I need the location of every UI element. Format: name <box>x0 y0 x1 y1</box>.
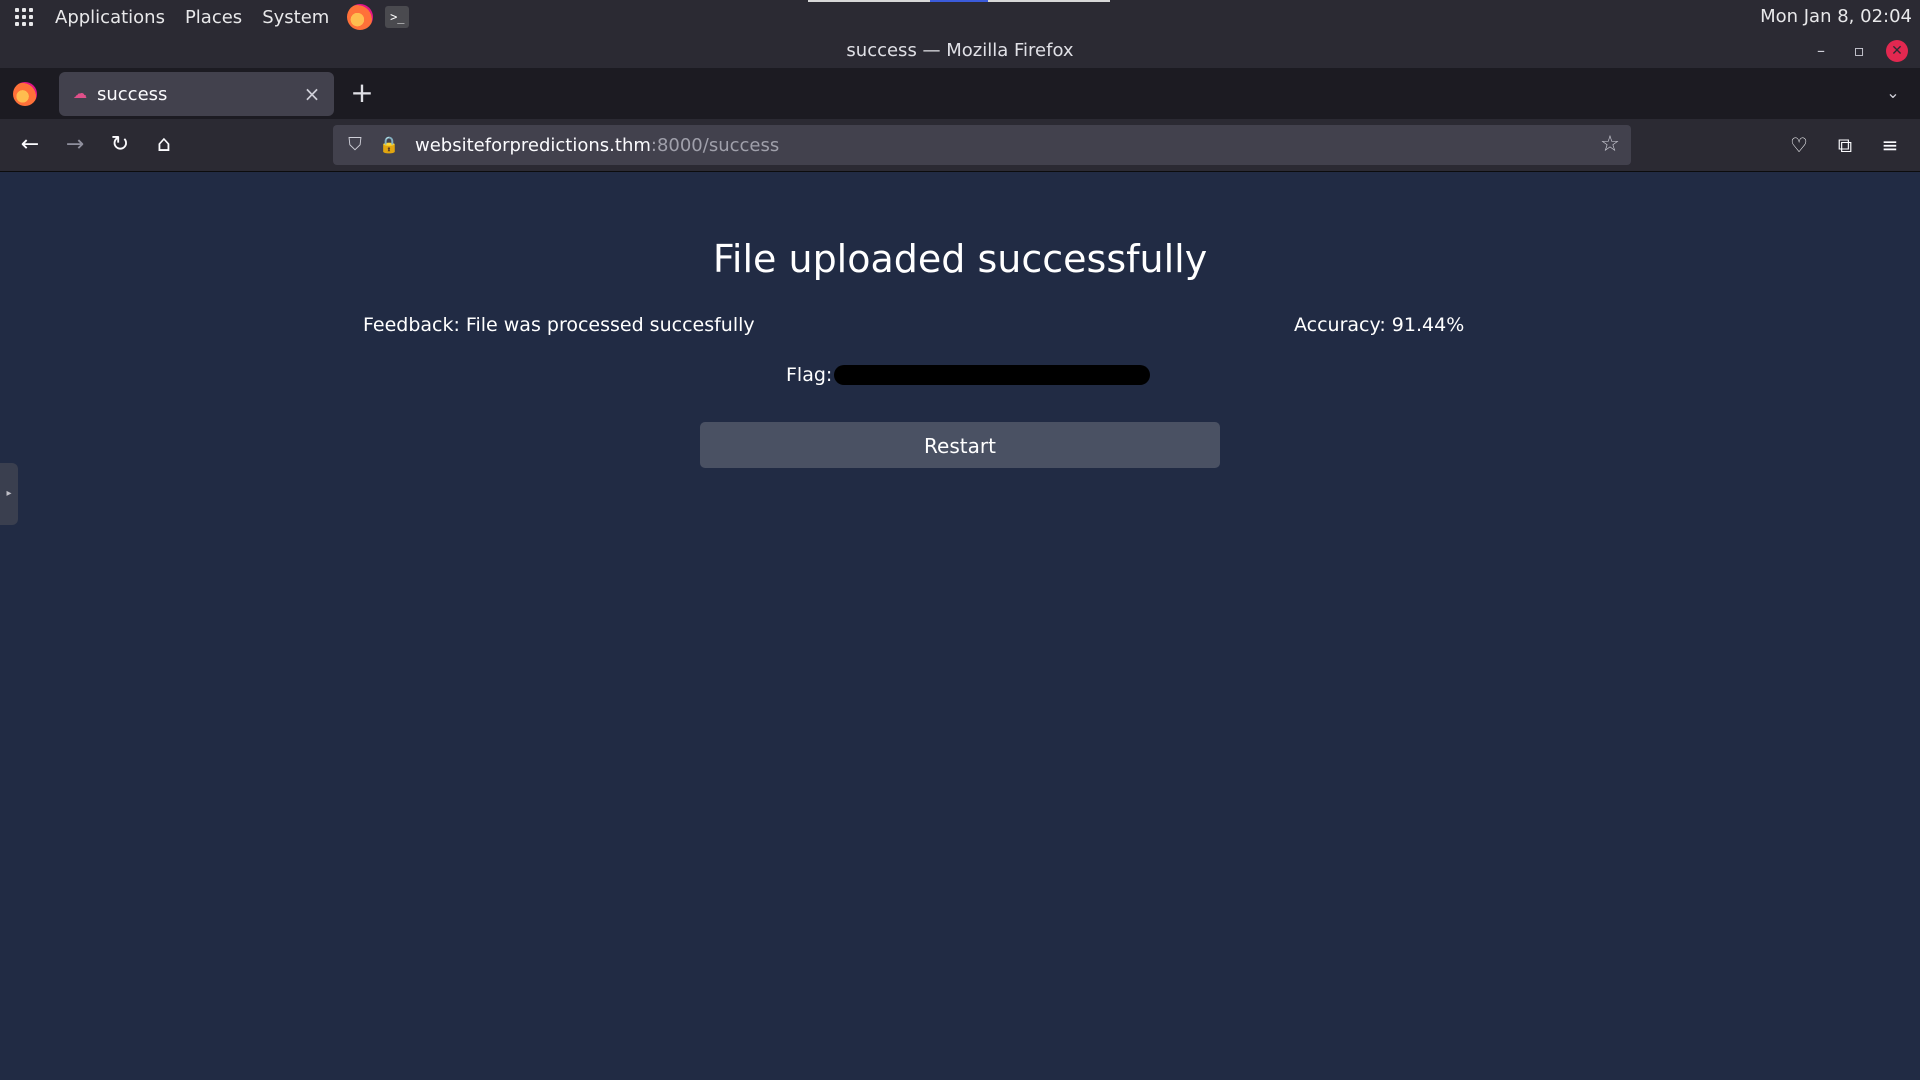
shield-icon[interactable]: ⛉ <box>345 135 365 155</box>
accuracy-text: Accuracy: 91.44% <box>1294 314 1465 336</box>
forward-icon[interactable]: → <box>59 129 91 161</box>
home-icon[interactable]: ⌂ <box>148 129 180 161</box>
firefox-icon[interactable] <box>347 4 374 30</box>
minimize-icon[interactable]: – <box>1810 40 1832 62</box>
window-controls: – ▫ ✕ <box>1794 34 1908 68</box>
window-title: success — Mozilla Firefox <box>846 40 1074 61</box>
nav-toolbar: ← → ↻ ⌂ ⛉ 🔒 websiteforpredictions.thm:80… <box>0 119 1920 172</box>
page-content: File uploaded successfully Feedback: Fil… <box>0 172 1920 1080</box>
tab-close-icon[interactable]: × <box>300 82 324 106</box>
close-window-icon[interactable]: ✕ <box>1886 40 1908 62</box>
page-title: File uploaded successfully <box>712 237 1208 281</box>
flag-label: Flag: <box>786 364 833 386</box>
apps-grid-icon[interactable] <box>13 6 35 28</box>
menu-places[interactable]: Places <box>175 7 252 28</box>
tab-favicon-icon: ☁ <box>73 86 87 102</box>
new-tab-button[interactable]: + <box>349 79 375 107</box>
feedback-text: Feedback: File was processed succesfully <box>363 314 755 336</box>
window-titlebar: success — Mozilla Firefox – ▫ ✕ <box>0 34 1920 68</box>
restore-icon[interactable]: ▫ <box>1848 40 1870 62</box>
panel-clock[interactable]: Mon Jan 8, 02:04 <box>1760 0 1912 34</box>
terminal-icon[interactable]: >_ <box>385 6 410 28</box>
url-text[interactable]: websiteforpredictions.thm:8000/success <box>415 135 779 156</box>
star-icon[interactable]: ☆ <box>1599 134 1621 156</box>
restart-button[interactable]: Restart <box>700 422 1220 468</box>
workspace-indicator <box>808 0 1110 2</box>
url-host: websiteforpredictions.thm <box>415 134 651 156</box>
reload-icon[interactable]: ↻ <box>104 129 136 161</box>
tab-success[interactable]: ☁ success × <box>59 72 334 116</box>
menu-system[interactable]: System <box>252 7 339 28</box>
flag-row: Flag: <box>786 364 1151 386</box>
flag-redaction-bar <box>834 365 1151 385</box>
menu-applications[interactable]: Applications <box>45 7 175 28</box>
pocket-icon[interactable]: ♡ <box>1783 129 1815 161</box>
tab-strip: ☁ success × + ⌄ <box>0 68 1920 119</box>
tab-title: success <box>97 83 168 105</box>
firefox-view-icon[interactable] <box>13 82 37 106</box>
back-icon[interactable]: ← <box>14 129 46 161</box>
sidebar-handle-icon[interactable]: ▸ <box>0 463 18 525</box>
url-bar[interactable]: ⛉ 🔒 websiteforpredictions.thm:8000/succe… <box>333 125 1631 165</box>
extensions-icon[interactable]: ⧉ <box>1829 129 1861 161</box>
top-panel: Applications Places System >_ Mon Jan 8,… <box>0 0 1920 34</box>
lock-icon[interactable]: 🔒 <box>379 135 399 155</box>
hamburger-menu-icon[interactable]: ≡ <box>1874 129 1906 161</box>
list-all-tabs-icon[interactable]: ⌄ <box>1882 82 1904 104</box>
url-path: :8000/success <box>650 134 780 156</box>
